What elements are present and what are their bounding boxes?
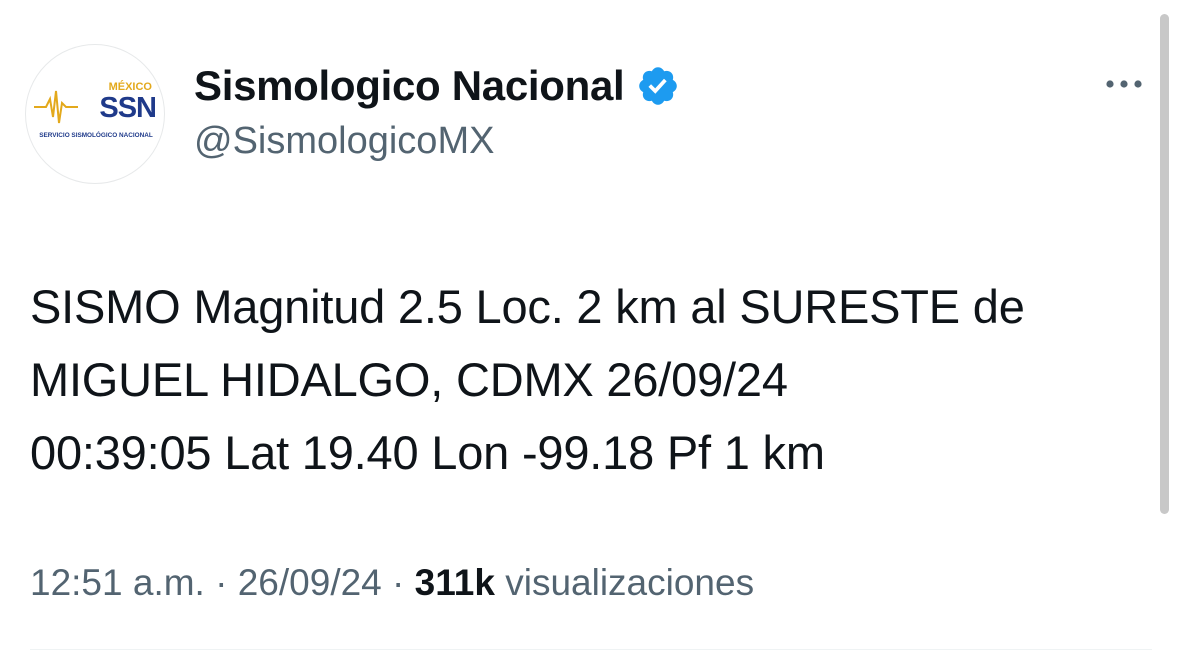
tweet-text-line: MIGUEL HIDALGO, CDMX 26/09/24 <box>30 353 788 406</box>
tweet-time[interactable]: 12:51 a.m. <box>30 562 205 603</box>
logo-main-text: SSN <box>99 92 156 124</box>
tweet-text-line: SISMO Magnitud 2.5 Loc. 2 km al SURESTE … <box>30 280 1025 333</box>
tweet-meta: 12:51 a.m. · 26/09/24 · 311k visualizaci… <box>30 562 754 604</box>
views-count[interactable]: 311k <box>415 562 495 603</box>
divider <box>30 649 1152 650</box>
avatar[interactable]: MÉXICO SSN SERVICIO SISMOLÓGICO NACIONAL <box>25 44 165 184</box>
author-name-row: Sismologico Nacional <box>194 58 680 114</box>
ssn-logo: MÉXICO SSN SERVICIO SISMOLÓGICO NACIONAL <box>34 80 157 139</box>
more-horizontal-icon <box>1106 80 1142 88</box>
meta-separator: · <box>392 562 405 603</box>
more-options-button[interactable] <box>1096 64 1152 104</box>
logo-bottom-text: SERVICIO SISMOLÓGICO NACIONAL <box>39 130 153 139</box>
display-name[interactable]: Sismologico Nacional <box>194 62 625 110</box>
scrollbar[interactable] <box>1160 14 1169 514</box>
tweet-text-line: 00:39:05 Lat 19.40 Lon -99.18 Pf 1 km <box>30 426 825 479</box>
views-label[interactable]: visualizaciones <box>505 562 754 603</box>
tweet-text: SISMO Magnitud 2.5 Loc. 2 km al SURESTE … <box>30 270 1155 489</box>
tweet-date[interactable]: 26/09/24 <box>238 562 382 603</box>
seismograph-line <box>34 90 78 124</box>
verified-badge-icon[interactable] <box>636 64 680 108</box>
meta-separator: · <box>215 562 228 603</box>
author-handle[interactable]: @SismologicoMX <box>194 120 494 163</box>
